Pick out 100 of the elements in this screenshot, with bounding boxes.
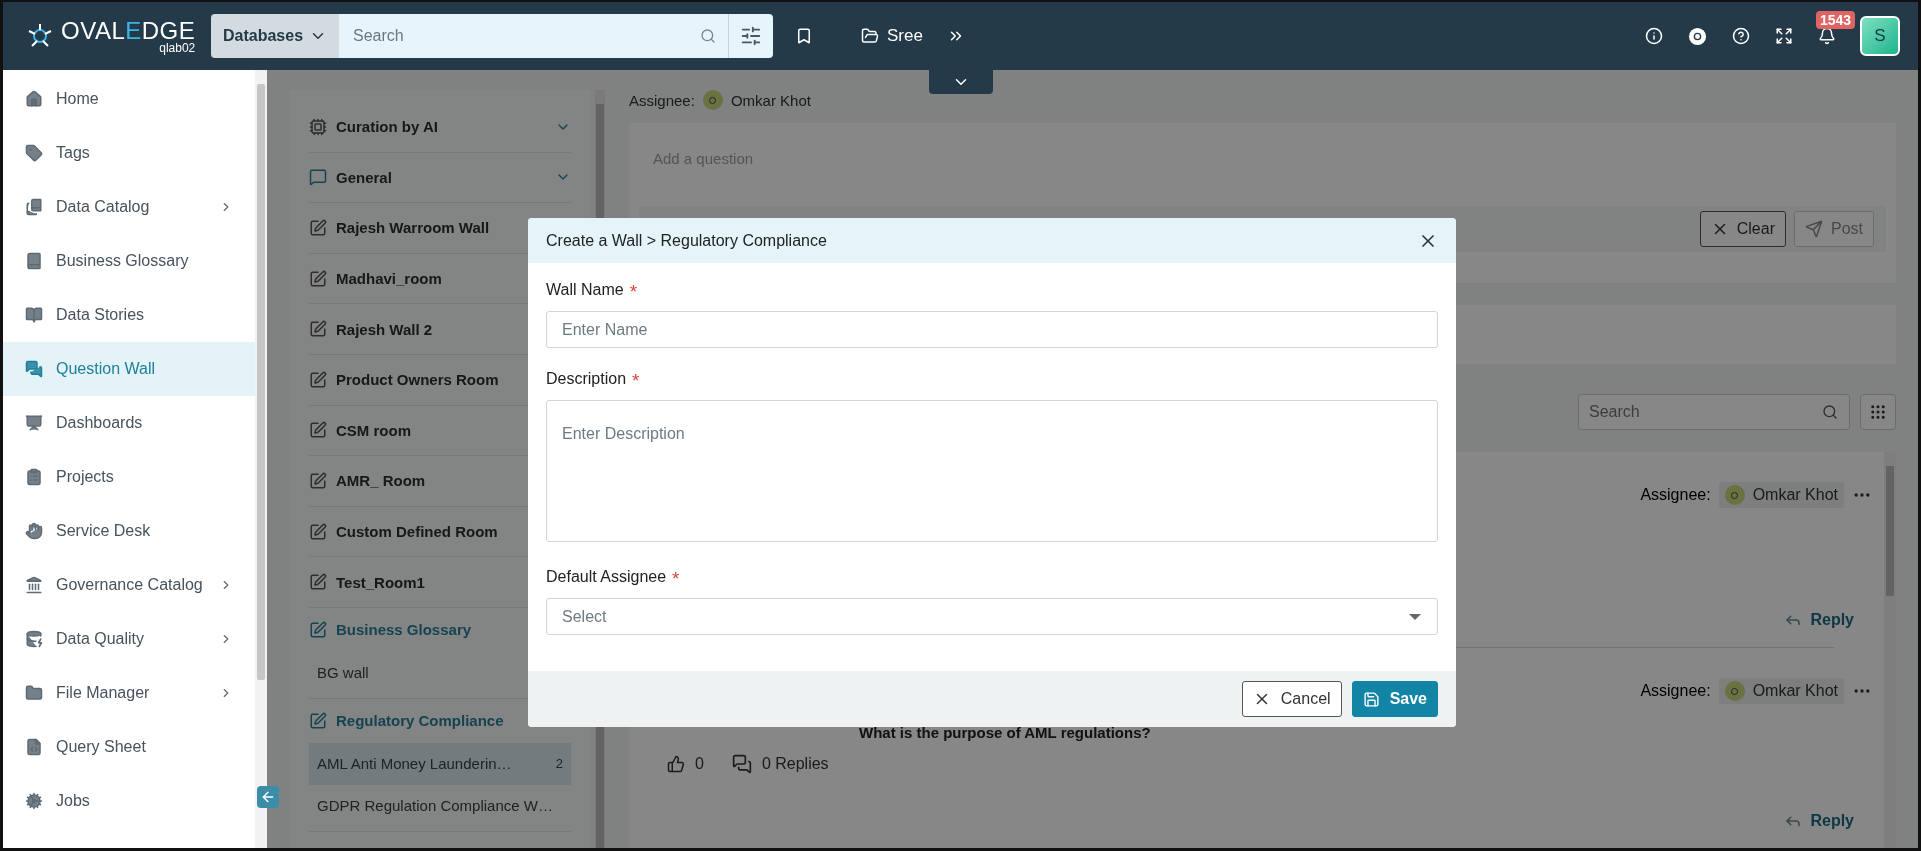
- edit-square-icon: [309, 219, 327, 237]
- sidebar-item[interactable]: Dashboards: [3, 396, 255, 450]
- like-count: 0: [695, 755, 704, 773]
- clipboard-icon: [25, 468, 43, 486]
- assignee-name: Omkar Khot: [730, 91, 811, 109]
- code-file-icon: [25, 738, 43, 756]
- sidebar-item[interactable]: Data Stories: [3, 288, 255, 342]
- sidebar-item[interactable]: Data Quality: [3, 612, 255, 666]
- wall-room[interactable]: Product Owners Room: [309, 370, 499, 389]
- sidebar-item[interactable]: Home: [3, 72, 255, 126]
- wall-room[interactable]: Rajesh Wall 2: [309, 320, 433, 339]
- field-label: Default Assignee: [546, 568, 667, 586]
- wall-room[interactable]: CSM room: [309, 421, 411, 440]
- wall-group[interactable]: General: [309, 152, 571, 204]
- field-label: Description: [546, 370, 627, 388]
- home-icon: [25, 90, 43, 108]
- sidebar-item[interactable]: Governance Catalog: [3, 558, 255, 612]
- sidebar-item[interactable]: Tags: [3, 126, 255, 180]
- search-icon: [700, 28, 716, 44]
- help-icon[interactable]: [1732, 27, 1750, 45]
- assignee-avatar: [702, 90, 723, 110]
- edit-square-icon: [309, 370, 327, 389]
- wall-room[interactable]: Custom Defined Room: [309, 522, 498, 541]
- book-icon: [25, 252, 43, 270]
- bell-icon[interactable]: [1818, 27, 1836, 45]
- sidebar-item[interactable]: Jobs: [3, 774, 255, 828]
- reply-link[interactable]: Reply: [1784, 812, 1854, 830]
- cancel-button[interactable]: Cancel: [1241, 681, 1342, 717]
- gear-icon: [25, 792, 43, 810]
- folder-icon: [25, 684, 43, 702]
- search-field[interactable]: Search: [339, 14, 728, 58]
- folder-icon: [861, 27, 879, 45]
- sidebar-item[interactable]: File Manager: [3, 666, 255, 720]
- reply-count: 0 Replies: [761, 755, 829, 773]
- collapse-sidebar-button[interactable]: [257, 786, 279, 808]
- assignee-chip: Omkar Khot: [1718, 678, 1844, 704]
- description-field[interactable]: Enter Description: [546, 400, 1438, 542]
- sidebar-item[interactable]: Projects: [3, 450, 255, 504]
- required-mark: *: [629, 281, 638, 303]
- edit-square-icon: [309, 573, 327, 592]
- search-icon: [1822, 404, 1838, 420]
- sidebar-item[interactable]: Service Desk: [3, 504, 255, 558]
- wall-category[interactable]: Regulatory Compliance: [309, 711, 504, 730]
- wall-category[interactable]: Business Glossary: [309, 620, 472, 639]
- assignee-label: Assignee:: [1640, 486, 1711, 504]
- info-icon[interactable]: [1645, 27, 1663, 45]
- bank-icon: [25, 576, 43, 594]
- wall-room[interactable]: AMR_ Room: [309, 471, 426, 490]
- logo-text: OVALEDGE: [61, 17, 196, 44]
- thumbs-up-icon[interactable]: [667, 755, 685, 773]
- search-scope-dropdown[interactable]: Databases: [211, 14, 340, 58]
- question-text: What is the purpose of AML regulations?: [859, 724, 1151, 741]
- dots-grid-icon: [1869, 403, 1887, 421]
- documents-icon: [25, 198, 43, 216]
- assignee-label: Assignee:: [629, 91, 695, 109]
- wall-item[interactable]: GDPR Regulation Compliance W…: [309, 784, 571, 827]
- sidebar-item[interactable]: Data Catalog: [3, 180, 255, 234]
- bookmark-icon[interactable]: [795, 27, 813, 45]
- filter-button[interactable]: [729, 14, 773, 58]
- wall-room[interactable]: Madhavi_room: [309, 269, 442, 288]
- required-mark: *: [672, 568, 680, 590]
- dialog-title: Create a Wall > Regulatory Compliance: [546, 231, 827, 250]
- save-button[interactable]: Save: [1351, 681, 1438, 717]
- edit-square-icon: [309, 421, 327, 440]
- instance-name: qlab02: [158, 41, 196, 55]
- chat-bubble-icon: [309, 168, 327, 187]
- wall-room[interactable]: Rajesh Warroom Wall: [309, 219, 490, 237]
- notification-count: 1543: [1816, 11, 1856, 29]
- chip-icon: [309, 117, 327, 136]
- chat-icon: [25, 360, 43, 378]
- database-icon: [25, 630, 43, 648]
- scrollbar[interactable]: [255, 70, 267, 848]
- folder-breadcrumb[interactable]: Sree: [855, 25, 929, 47]
- user-avatar[interactable]: S: [1860, 16, 1900, 56]
- fullscreen-icon[interactable]: [1775, 27, 1793, 45]
- search-field[interactable]: Search: [1578, 394, 1850, 430]
- wall-group[interactable]: Curation by AI: [309, 102, 571, 153]
- sidebar-item[interactable]: Question Wall: [3, 342, 255, 396]
- clear-button[interactable]: Clear: [1699, 211, 1786, 247]
- sidebar-item[interactable]: Business Glossary: [3, 234, 255, 288]
- tag-icon: [25, 144, 43, 162]
- edit-square-icon: [309, 269, 327, 288]
- wall-item[interactable]: AML Anti Money Launderin… 2: [309, 742, 571, 785]
- browser-icon[interactable]: [1688, 26, 1707, 46]
- post-button[interactable]: Post: [1794, 211, 1874, 247]
- edit-square-icon: [309, 471, 327, 490]
- assignee-select[interactable]: Select: [546, 598, 1438, 635]
- edit-square-icon: [309, 711, 327, 730]
- sidebar-item[interactable]: Query Sheet: [3, 720, 255, 774]
- reply-link[interactable]: Reply: [1784, 611, 1854, 629]
- replies-icon: [731, 754, 752, 774]
- edit-square-icon: [309, 522, 327, 541]
- wall-room[interactable]: Test_Room1: [309, 573, 425, 592]
- required-mark: *: [632, 370, 640, 392]
- edit-square-icon: [309, 320, 327, 339]
- name-field[interactable]: Enter Name: [546, 311, 1438, 348]
- grid-view-button[interactable]: [1860, 394, 1896, 430]
- open-book-icon: [25, 306, 43, 324]
- sliders-icon: [740, 25, 762, 47]
- assignee-label: Assignee:: [1640, 682, 1711, 700]
